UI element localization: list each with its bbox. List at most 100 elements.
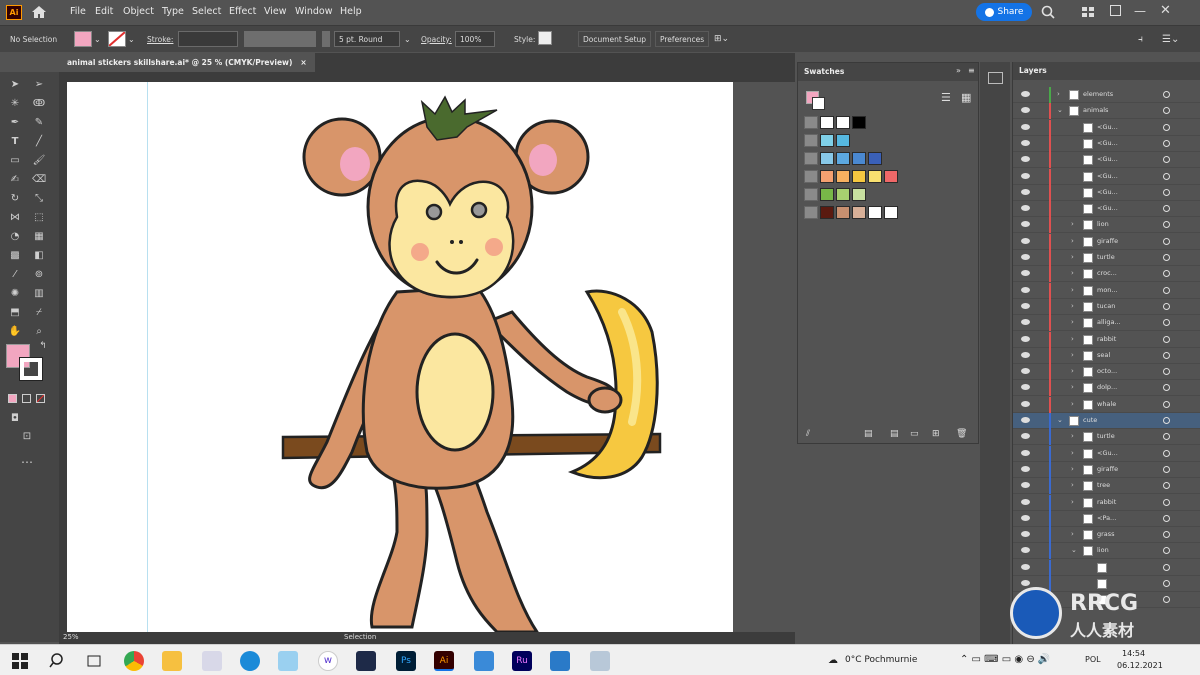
expand-toggle-icon[interactable]: ⌄	[1071, 546, 1077, 554]
fill-dropdown-icon[interactable]: ⌄	[94, 31, 101, 47]
target-circle-icon[interactable]	[1163, 286, 1170, 294]
scale-tool-icon[interactable]: ⤡	[32, 192, 46, 205]
arrange-icon[interactable]: ⊞⌄	[714, 31, 729, 47]
layer-row[interactable]: › alliga...	[1013, 315, 1200, 332]
expand-toggle-icon[interactable]: ›	[1071, 530, 1074, 538]
target-circle-icon[interactable]	[1163, 400, 1170, 408]
free-transform-tool-icon[interactable]: ⬚	[32, 211, 46, 224]
layer-row[interactable]: › giraffe	[1013, 233, 1200, 250]
curvature-tool-icon[interactable]: ✎	[32, 116, 46, 129]
variable-width-dropdown[interactable]	[322, 31, 330, 47]
chrome-icon[interactable]	[124, 651, 144, 671]
input-language[interactable]: POL	[1085, 655, 1101, 664]
expand-toggle-icon[interactable]: ›	[1071, 269, 1074, 277]
color-swatch[interactable]	[820, 170, 834, 183]
menu-window[interactable]: Window	[295, 6, 332, 17]
home-icon[interactable]	[30, 4, 48, 20]
mesh-tool-icon[interactable]: ▩	[8, 249, 22, 262]
color-swatch[interactable]	[868, 170, 882, 183]
expand-toggle-icon[interactable]: ›	[1071, 449, 1074, 457]
delete-swatch-icon[interactable]: 🗑	[956, 429, 967, 439]
target-circle-icon[interactable]	[1163, 335, 1170, 343]
target-circle-icon[interactable]	[1163, 482, 1170, 490]
line-tool-icon[interactable]: ╱	[32, 135, 46, 148]
screen-recorder-icon[interactable]	[550, 651, 570, 671]
visibility-eye-icon[interactable]	[1021, 221, 1030, 228]
expand-toggle-icon[interactable]: ⌄	[1057, 416, 1063, 424]
visibility-eye-icon[interactable]	[1021, 531, 1030, 538]
color-swatch[interactable]	[836, 170, 850, 183]
search-icon[interactable]	[1041, 5, 1055, 19]
target-circle-icon[interactable]	[1163, 433, 1170, 441]
expand-toggle-icon[interactable]: ⌄	[1057, 106, 1063, 114]
display-app-icon[interactable]	[590, 651, 610, 671]
width-tool-icon[interactable]: ⋈	[8, 211, 22, 224]
visibility-eye-icon[interactable]	[1021, 319, 1030, 326]
target-circle-icon[interactable]	[1163, 351, 1170, 359]
expand-toggle-icon[interactable]: ›	[1071, 465, 1074, 473]
layer-row[interactable]: › giraffe	[1013, 461, 1200, 478]
opacity-label[interactable]: Opacity:	[421, 31, 452, 47]
visibility-eye-icon[interactable]	[1021, 368, 1030, 375]
lasso-tool-icon[interactable]: ↂ	[32, 97, 46, 110]
layer-row[interactable]: › grass	[1013, 527, 1200, 544]
color-swatch[interactable]	[836, 206, 850, 219]
document-setup-button[interactable]: Document Setup	[578, 31, 652, 47]
preferences-button[interactable]: Preferences	[655, 31, 710, 47]
color-swatch[interactable]	[852, 206, 866, 219]
rotate-tool-icon[interactable]: ↻	[8, 192, 22, 205]
word-app-icon[interactable]: w	[318, 651, 338, 671]
file-explorer-icon[interactable]	[162, 651, 182, 671]
swatch-group-icon[interactable]	[804, 116, 818, 129]
visibility-eye-icon[interactable]	[1021, 514, 1030, 521]
layer-row[interactable]: <Gu...	[1013, 119, 1200, 136]
layer-row[interactable]: › tree	[1013, 478, 1200, 495]
list-view-icon[interactable]: ☰	[941, 91, 951, 104]
target-circle-icon[interactable]	[1163, 531, 1170, 539]
swatch-group-icon[interactable]	[804, 134, 818, 147]
visibility-eye-icon[interactable]	[1021, 91, 1030, 97]
color-swatch[interactable]	[836, 116, 850, 129]
visibility-eye-icon[interactable]	[1021, 254, 1030, 260]
system-tray-icons[interactable]: ⌃ ▭ ⌨ ▭ ◉ ⊖ 🔊	[960, 654, 1050, 665]
layer-row[interactable]: › whale	[1013, 396, 1200, 413]
expand-toggle-icon[interactable]: ›	[1071, 253, 1074, 261]
paintbrush-tool-icon[interactable]: 🖌	[32, 154, 46, 167]
current-stroke-swatch[interactable]	[812, 97, 825, 110]
color-swatch[interactable]	[868, 206, 882, 219]
visibility-eye-icon[interactable]	[1021, 270, 1030, 277]
shaper-tool-icon[interactable]: ✍	[8, 173, 22, 186]
target-circle-icon[interactable]	[1163, 384, 1170, 392]
layer-row[interactable]: <Gu...	[1013, 184, 1200, 201]
more-tools-icon[interactable]: ⋯	[20, 456, 34, 469]
target-circle-icon[interactable]	[1163, 270, 1170, 278]
color-swatch[interactable]	[820, 116, 834, 129]
menu-select[interactable]: Select	[192, 6, 221, 17]
visibility-eye-icon[interactable]	[1021, 188, 1030, 195]
variable-width-field[interactable]	[244, 31, 316, 47]
fill-swatch[interactable]	[74, 31, 92, 47]
eraser-tool-icon[interactable]: ⌫	[32, 173, 46, 186]
edge-icon[interactable]	[240, 651, 260, 671]
expand-toggle-icon[interactable]: ›	[1071, 400, 1074, 408]
task-view-icon[interactable]	[84, 651, 104, 671]
photos-icon[interactable]	[278, 651, 298, 671]
rush-icon[interactable]: Ru	[512, 651, 532, 671]
type-tool-icon[interactable]: T	[8, 135, 22, 148]
stroke-label[interactable]: Stroke:	[147, 31, 173, 47]
target-circle-icon[interactable]	[1163, 123, 1170, 131]
color-swatch[interactable]	[836, 152, 850, 165]
new-swatch-icon[interactable]: ⊞	[932, 429, 940, 439]
selection-tool-icon[interactable]: ➤	[8, 78, 22, 91]
grid-view-icon[interactable]: ▦	[961, 91, 971, 104]
visibility-eye-icon[interactable]	[1021, 335, 1030, 342]
target-circle-icon[interactable]	[1163, 547, 1170, 555]
target-circle-icon[interactable]	[1163, 156, 1170, 164]
expand-toggle-icon[interactable]: ›	[1071, 498, 1074, 506]
expand-toggle-icon[interactable]: ›	[1071, 302, 1074, 310]
expand-toggle-icon[interactable]: ›	[1071, 432, 1074, 440]
layer-row[interactable]: › croc...	[1013, 266, 1200, 283]
visibility-eye-icon[interactable]	[1021, 417, 1030, 423]
target-circle-icon[interactable]	[1163, 188, 1170, 196]
color-swatch[interactable]	[852, 188, 866, 201]
